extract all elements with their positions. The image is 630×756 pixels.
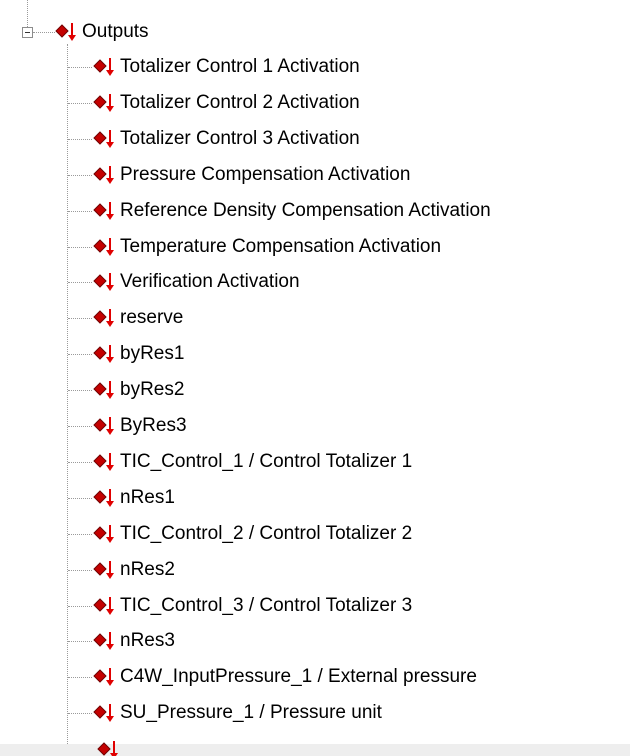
tree-line-branch	[68, 570, 92, 571]
tree-line-branch	[68, 175, 92, 176]
horizontal-scrollbar[interactable]	[0, 744, 630, 756]
output-signal-icon	[92, 378, 118, 402]
tree-node-item[interactable]: nRes2	[92, 555, 177, 585]
tree-line-branch	[68, 318, 92, 319]
output-signal-icon	[92, 55, 118, 79]
tree-node-item[interactable]: reserve	[92, 303, 185, 333]
outputs-tree-view: Outputs Totalizer Control 1 Activation To…	[0, 0, 630, 756]
tree-line-branch	[68, 534, 92, 535]
output-signal-icon	[92, 163, 118, 187]
tree-node-label: Totalizer Control 2 Activation	[120, 92, 360, 113]
output-signal-icon	[92, 450, 118, 474]
tree-line-branch	[68, 462, 92, 463]
tree-node-label: Verification Activation	[120, 271, 300, 292]
tree-node-item[interactable]: Totalizer Control 1 Activation	[92, 52, 362, 82]
tree-node-label: nRes1	[120, 487, 175, 508]
output-signal-icon	[92, 270, 118, 294]
output-signal-icon	[92, 558, 118, 582]
tree-node-item[interactable]: TIC_Control_3 / Control Totalizer 3	[92, 591, 414, 621]
tree-line-branch	[68, 606, 92, 607]
tree-node-item[interactable]: Totalizer Control 3 Activation	[92, 124, 362, 154]
output-signal-icon	[96, 738, 122, 756]
tree-node-item[interactable]: Pressure Compensation Activation	[92, 160, 412, 190]
output-signal-icon	[92, 522, 118, 546]
tree-line-branch	[68, 354, 92, 355]
collapse-toggle[interactable]	[22, 27, 33, 38]
tree-line-root	[27, 0, 28, 27]
tree-line-branch	[68, 247, 92, 248]
output-signal-icon	[92, 306, 118, 330]
tree-node-item[interactable]: TIC_Control_2 / Control Totalizer 2	[92, 519, 414, 549]
tree-node-label: TIC_Control_2 / Control Totalizer 2	[120, 523, 413, 544]
tree-node-label: Totalizer Control 1 Activation	[120, 56, 360, 77]
output-signal-icon	[92, 594, 118, 618]
tree-node-item[interactable]: ByRes3	[92, 411, 189, 441]
output-signal-icon	[92, 629, 118, 653]
tree-line-branch	[68, 67, 92, 68]
output-signal-icon	[92, 665, 118, 689]
tree-node-label: nRes3	[120, 630, 175, 651]
tree-line-branch	[68, 139, 92, 140]
tree-node-label: ByRes3	[120, 415, 187, 436]
output-signal-icon	[92, 91, 118, 115]
tree-line-children	[67, 44, 68, 756]
tree-node-item[interactable]: C4W_InputPressure_1 / External pressure	[92, 662, 479, 692]
tree-node-label: C4W_InputPressure_1 / External pressure	[120, 666, 477, 687]
tree-line-branch	[68, 713, 92, 714]
tree-node-label: nRes2	[120, 559, 175, 580]
tree-node-item[interactable]: Verification Activation	[92, 267, 302, 297]
tree-line-branch	[68, 103, 92, 104]
tree-node-label: Outputs	[82, 21, 149, 42]
tree-node-outputs[interactable]: Outputs	[54, 17, 151, 47]
output-signal-icon	[54, 20, 80, 44]
output-signal-icon	[92, 414, 118, 438]
tree-line-root-h	[33, 32, 55, 33]
tree-node-item[interactable]: Totalizer Control 2 Activation	[92, 88, 362, 118]
tree-node-label: reserve	[120, 307, 184, 328]
output-signal-icon	[92, 235, 118, 259]
tree-line-branch	[68, 282, 92, 283]
tree-node-item[interactable]: Reference Density Compensation Activatio…	[92, 196, 493, 226]
tree-node-item[interactable]: byRes2	[92, 375, 186, 405]
tree-line-branch	[68, 426, 92, 427]
tree-node-label: byRes1	[120, 343, 185, 364]
output-signal-icon	[92, 342, 118, 366]
tree-node-label: Temperature Compensation Activation	[120, 236, 442, 257]
tree-line-branch	[68, 211, 92, 212]
tree-node-item[interactable]: nRes1	[92, 483, 177, 513]
tree-node-item[interactable]: byRes1	[92, 339, 186, 369]
tree-node-label: Pressure Compensation Activation	[120, 164, 411, 185]
tree-node-item[interactable]: TIC_Control_1 / Control Totalizer 1	[92, 447, 414, 477]
tree-node-label: byRes2	[120, 379, 185, 400]
tree-line-branch	[68, 677, 92, 678]
tree-node-item[interactable]: nRes3	[92, 626, 177, 656]
output-signal-icon	[92, 199, 118, 223]
tree-node-item[interactable]: Temperature Compensation Activation	[92, 232, 443, 262]
tree-node-label: TIC_Control_1 / Control Totalizer 1	[120, 451, 413, 472]
tree-node-label: TIC_Control_3 / Control Totalizer 3	[120, 595, 413, 616]
output-signal-icon	[92, 701, 118, 725]
tree-node-label: Totalizer Control 3 Activation	[120, 128, 360, 149]
tree-node-label: SU_Pressure_1 / Pressure unit	[120, 702, 382, 723]
tree-node-partial	[96, 738, 122, 756]
tree-node-item[interactable]: SU_Pressure_1 / Pressure unit	[92, 698, 384, 728]
output-signal-icon	[92, 127, 118, 151]
tree-node-label: Reference Density Compensation Activatio…	[120, 200, 491, 221]
tree-line-branch	[68, 641, 92, 642]
tree-line-branch	[68, 390, 92, 391]
tree-line-branch	[68, 498, 92, 499]
output-signal-icon	[92, 486, 118, 510]
